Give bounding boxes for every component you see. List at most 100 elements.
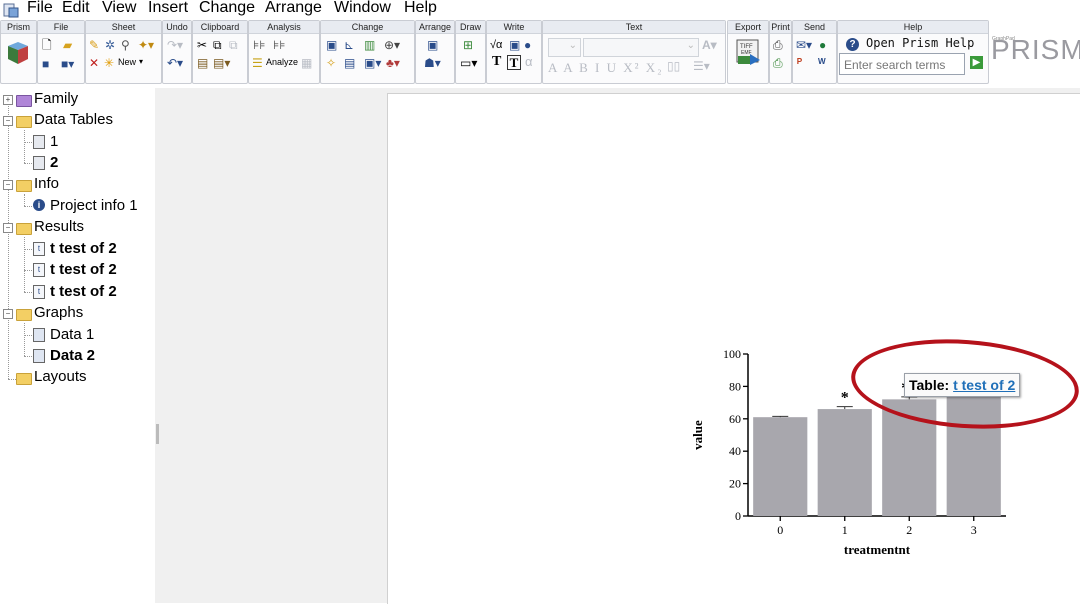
menu-view[interactable]: View [102,0,136,18]
menu-file[interactable]: File [27,0,53,18]
info-icon: i [33,199,45,211]
nav-result-1[interactable]: t test of 2 [50,240,117,258]
family-icon [16,95,32,107]
menu-insert[interactable]: Insert [148,0,188,18]
nav-results[interactable]: Results [34,218,84,236]
text-box-icon[interactable]: T [507,55,521,70]
new-file-icon[interactable]: 🗋 [42,38,52,52]
new-sheet-icon[interactable]: ✳ [104,56,114,70]
new-sheet-button[interactable]: New [118,57,136,67]
copy-icon[interactable]: ⧉ [213,38,222,52]
nav-graph-1[interactable]: Data 1 [50,326,94,344]
nav-table-2[interactable]: 2 [50,154,58,172]
collapse-toggle[interactable]: − [3,180,13,190]
format-graph-icon[interactable]: ▣ [326,38,337,52]
nav-graph-2[interactable]: Data 2 [50,347,95,365]
draw-icon[interactable]: ⊞ [463,38,473,52]
format-axes-icon[interactable]: ⊾ [344,38,354,52]
folder-icon [16,116,32,128]
help-icon[interactable]: ? [846,38,859,51]
collapse-toggle[interactable]: − [3,223,13,233]
bar-chart-icon[interactable]: ▥ [364,38,375,52]
nav-family[interactable]: Family [34,90,78,108]
nav-result-3[interactable]: t test of 2 [50,283,117,301]
paste-special-icon[interactable]: ⧉ [229,38,238,52]
nav-data-tables[interactable]: Data Tables [34,111,113,129]
menu-edit[interactable]: Edit [62,0,90,18]
folder-icon [16,309,32,321]
equation-icon[interactable]: √α [490,38,502,52]
printer-icon[interactable]: ⎙ [773,38,783,52]
collapse-toggle[interactable]: − [3,309,13,319]
color-scheme-icon[interactable]: ♣▾ [386,56,400,70]
y-axis-title: value [690,420,705,450]
word-icon[interactable]: ▣ [509,38,520,52]
splitter-grip[interactable] [156,424,159,444]
pencil-icon[interactable]: ✎ [89,38,99,52]
expand-toggle[interactable]: + [3,95,13,105]
align-icon[interactable]: ▣ [427,38,438,52]
shape-icon[interactable]: ▭▾ [460,56,477,70]
font-family-select[interactable]: ⌄ [583,38,699,57]
help-search-input[interactable]: Enter search terms [839,53,965,75]
greek-icon[interactable]: α [525,55,533,69]
arrange-icon[interactable]: ☗▾ [424,56,441,70]
text-tool-icon[interactable]: T [492,55,501,69]
info-icon[interactable]: ● [524,38,531,52]
paste-icon[interactable]: ▤ [197,56,208,70]
word-export-icon[interactable]: ᵂ [818,56,826,70]
menu-change[interactable]: Change [199,0,255,18]
menu-help[interactable]: Help [404,0,437,18]
analyze-icon[interactable]: ☰ [252,56,263,70]
nav-graphs[interactable]: Graphs [34,304,83,322]
nav-info[interactable]: Info [34,175,59,193]
analyze-button[interactable]: Analyze [266,57,298,67]
powerpoint-icon[interactable]: ᴾ [797,56,802,70]
menu-arrange[interactable]: Arrange [265,0,322,18]
font-color-icon[interactable]: A▾ [702,38,717,52]
nav-layouts[interactable]: Layouts [34,368,87,386]
nav-result-2[interactable]: t test of 2 [50,261,117,279]
graph-edit-icon[interactable]: ▤ [344,56,355,70]
save-as-icon[interactable]: ■▾ [61,57,74,71]
table-icon[interactable]: ▦ [301,56,312,70]
nav-project-info[interactable]: Project info 1 [50,197,138,215]
collapse-toggle[interactable]: − [3,116,13,126]
tree-line [24,292,32,293]
wand-icon[interactable]: ✧ [326,56,336,70]
superscript-icon[interactable]: ▯▯ [667,59,680,73]
chevron-down-icon[interactable]: ▾ [139,57,143,66]
export-icon[interactable]: TIFF EMF [734,38,762,66]
search-go-icon[interactable]: ▶ [970,56,983,69]
magnify-icon[interactable]: ⊕▾ [384,38,400,52]
analyze-data-icon[interactable]: ⊧⊧ [253,38,266,52]
nav-table-1[interactable]: 1 [50,133,58,151]
save-icon[interactable]: ■ [42,57,49,71]
delete-icon[interactable]: ✕ [89,56,99,70]
chevron-down-icon: ⌄ [568,40,577,51]
undo-icon[interactable]: ↶▾ [167,56,183,70]
open-folder-icon[interactable]: ▰ [63,38,72,52]
prism-app-icon[interactable] [3,2,19,18]
text-format-buttons[interactable]: A A B I U X² X₂ [548,60,664,76]
font-size-select[interactable]: ⌄ [548,38,581,57]
y-tick-label: 100 [723,347,741,361]
menu-window[interactable]: Window [334,0,391,18]
cut-icon[interactable]: ✂ [197,38,207,52]
analysis-params-icon[interactable]: ⊧⊧ [273,38,286,52]
tooltip-table-link[interactable]: t test of 2 [953,377,1015,393]
paste-options-icon[interactable]: ▤▾ [213,56,230,70]
pin-icon[interactable]: ✦▾ [138,38,154,52]
prism-cube-icon[interactable] [5,40,31,66]
open-prism-help-link[interactable]: Open Prism Help [866,36,974,50]
graph-type-icon[interactable]: ▣▾ [364,56,381,70]
globe-icon[interactable]: ● [819,38,826,52]
gear-icon[interactable]: ✲ [105,38,115,52]
redo-icon[interactable]: ↷▾ [167,38,183,52]
email-icon[interactable]: ✉▾ [796,38,812,52]
print-preview-icon[interactable]: ⎙ [773,56,783,70]
x-tick-label: 3 [971,523,977,537]
group-title: Print [770,21,791,34]
wand-icon[interactable]: ⚲ [121,38,130,52]
align-text-icon[interactable]: ☰▾ [693,59,710,73]
